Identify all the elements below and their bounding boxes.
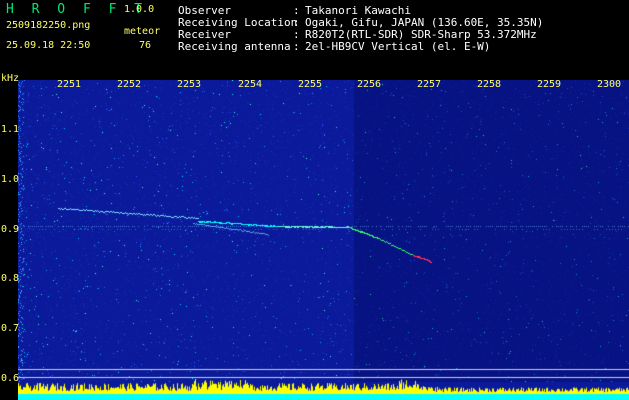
capture-datetime: 25.09.18 22:50 [6,40,91,51]
spectrogram-panel [18,80,629,400]
info-value-antenna: 2el-HB9CV Vertical (el. E-W) [305,40,491,53]
info-key-receiver: Receiver [178,28,231,41]
info-value-observer: Takanori Kawachi [305,4,411,17]
y-tick-label: 1.1 [1,124,20,135]
x-tick-label: 2259 [537,79,562,90]
x-tick-label: 2252 [117,79,142,90]
info-sep: : [293,40,300,53]
app-version: 1.0.0 [124,4,155,15]
info-value-receiver: R820T2(RTL-SDR) SDR-Sharp 53.372MHz [305,28,537,41]
x-tick-label: 2253 [177,79,202,90]
meteor-label: meteor [124,26,161,37]
frequency-unit-label: kHz [1,73,20,84]
y-tick-label: 0.6 [1,373,20,384]
x-tick-label: 2255 [298,79,323,90]
y-tick-label: 0.7 [1,323,20,334]
info-key-antenna: Receiving antenna [178,40,291,53]
y-tick-label: 1.0 [1,174,20,185]
x-tick-label: 2254 [238,79,263,90]
info-value-location: Ogaki, Gifu, JAPAN (136.60E, 35.35N) [305,16,544,29]
info-sep: : [293,16,300,29]
spectrogram-canvas [18,80,629,400]
info-key-location: Receiving Location [178,16,298,29]
x-tick-label: 2251 [57,79,82,90]
x-tick-label: 2256 [357,79,382,90]
hroft-screen: H R O F F T 1.0.0 2509182250.png 25.09.1… [0,0,629,400]
y-tick-label: 0.8 [1,273,20,284]
info-sep: : [293,28,300,41]
info-key-observer: Observer [178,4,231,17]
x-tick-label: 2300 [597,79,622,90]
x-tick-label: 2258 [477,79,502,90]
info-sep: : [293,4,300,17]
meteor-count: 76 [139,40,152,51]
x-tick-label: 2257 [417,79,442,90]
y-tick-label: 0.9 [1,224,20,235]
image-filename: 2509182250.png [6,20,91,31]
